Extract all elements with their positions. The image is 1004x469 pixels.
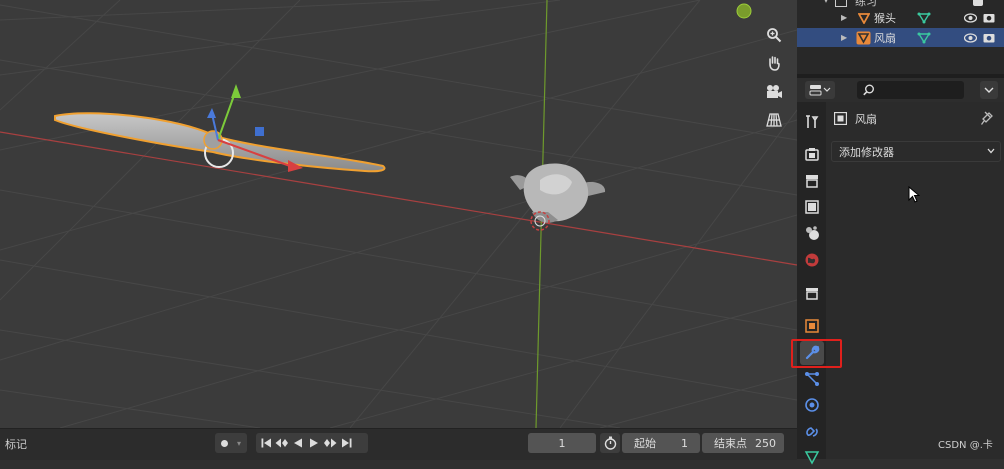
jump-keyframe-back-icon[interactable] bbox=[274, 434, 290, 452]
mesh-data-icon bbox=[917, 32, 931, 43]
keying-dropdown[interactable]: ▾ bbox=[215, 433, 247, 453]
mesh-object-icon bbox=[858, 12, 870, 24]
object-name-label: 风扇 bbox=[855, 113, 877, 126]
view-layer-icon[interactable] bbox=[800, 195, 824, 219]
physics-icon[interactable] bbox=[800, 393, 824, 417]
object-icon[interactable] bbox=[800, 314, 824, 338]
end-frame-label: 结束点 bbox=[714, 437, 747, 450]
mesh-data-icon bbox=[917, 12, 931, 23]
start-frame-label: 起始 bbox=[634, 437, 656, 450]
end-frame-value: 250 bbox=[755, 436, 776, 450]
3d-viewport[interactable] bbox=[0, 0, 797, 428]
jump-keyframe-forward-icon[interactable] bbox=[322, 434, 338, 452]
markers-menu[interactable]: 标记 bbox=[5, 436, 27, 452]
checkbox-icon[interactable] bbox=[973, 0, 983, 6]
current-frame-value: 1 bbox=[558, 436, 566, 450]
properties-main: 风扇 添加修改器 CSDN @.卡 bbox=[826, 102, 1004, 459]
pin-icon[interactable] bbox=[981, 111, 994, 125]
mesh-object-icon bbox=[856, 31, 871, 44]
search-icon bbox=[863, 84, 874, 96]
chevron-down-icon[interactable] bbox=[980, 81, 998, 99]
collapse-icon[interactable]: ▾ bbox=[824, 0, 828, 5]
eye-icon[interactable] bbox=[964, 32, 977, 43]
viewport-grid bbox=[0, 0, 797, 428]
object-icon bbox=[834, 112, 847, 125]
outliner-item-label: 猴头 bbox=[874, 11, 896, 25]
expand-icon[interactable]: ▶ bbox=[841, 33, 851, 42]
outliner-panel: ▾ 练习 ▶ 猴头 ▶ 风扇 bbox=[797, 0, 1004, 74]
collection-icon bbox=[835, 0, 848, 7]
properties-header bbox=[797, 78, 1004, 102]
expand-icon[interactable]: ▶ bbox=[841, 13, 851, 22]
mouse-cursor-icon bbox=[908, 186, 920, 203]
jump-start-icon[interactable] bbox=[258, 434, 274, 452]
jump-end-icon[interactable] bbox=[338, 434, 354, 452]
add-modifier-label: 添加修改器 bbox=[839, 145, 894, 159]
chevron-down-icon bbox=[987, 148, 995, 154]
gizmo-y-ball bbox=[736, 3, 752, 19]
eye-icon[interactable] bbox=[964, 12, 977, 23]
start-frame-value: 1 bbox=[681, 436, 688, 450]
tool-icon[interactable] bbox=[800, 110, 824, 134]
end-frame-field[interactable]: 结束点 250 bbox=[702, 433, 784, 453]
zoom-icon[interactable] bbox=[761, 22, 787, 48]
watermark: CSDN @.卡 bbox=[938, 440, 993, 451]
outliner-item-fan[interactable]: ▶ 风扇 bbox=[797, 28, 1004, 47]
stopwatch-icon[interactable] bbox=[600, 433, 620, 453]
properties-tabs bbox=[797, 102, 826, 465]
editor-type-button[interactable] bbox=[805, 81, 835, 99]
grid-perspective-icon[interactable] bbox=[761, 107, 787, 133]
render-camera-icon[interactable] bbox=[983, 12, 995, 23]
render-icon[interactable] bbox=[800, 142, 824, 166]
outliner-item-label: 风扇 bbox=[874, 31, 896, 45]
record-icon bbox=[221, 439, 228, 447]
current-frame-field[interactable]: 1 bbox=[528, 433, 596, 453]
data-icon[interactable] bbox=[800, 445, 824, 469]
play-reverse-icon[interactable] bbox=[290, 434, 306, 452]
camera-icon[interactable] bbox=[761, 79, 787, 105]
playback-controls bbox=[256, 433, 368, 453]
properties-editor-icon bbox=[809, 85, 831, 96]
timeline-bar: 标记 ▾ 1 起始 1 结束点 250 bbox=[0, 428, 797, 460]
properties-search-input[interactable] bbox=[857, 81, 964, 99]
outliner-item-monkey[interactable]: ▶ 猴头 bbox=[797, 8, 1004, 27]
x-axis-line bbox=[0, 131, 797, 266]
world-icon[interactable] bbox=[800, 248, 824, 272]
constraints-icon[interactable] bbox=[800, 420, 824, 444]
modifier-tab-highlight bbox=[791, 339, 842, 368]
add-modifier-dropdown[interactable]: 添加修改器 bbox=[831, 141, 1001, 162]
play-icon[interactable] bbox=[306, 434, 322, 452]
start-frame-field[interactable]: 起始 1 bbox=[622, 433, 700, 453]
chevron-down-icon: ▾ bbox=[237, 438, 242, 448]
output-icon[interactable] bbox=[800, 169, 824, 193]
hand-pan-icon[interactable] bbox=[761, 50, 787, 76]
render-camera-icon[interactable] bbox=[983, 32, 995, 43]
particles-icon[interactable] bbox=[800, 367, 824, 391]
scene-icon[interactable] bbox=[800, 221, 824, 245]
collection-icon[interactable] bbox=[800, 281, 824, 305]
